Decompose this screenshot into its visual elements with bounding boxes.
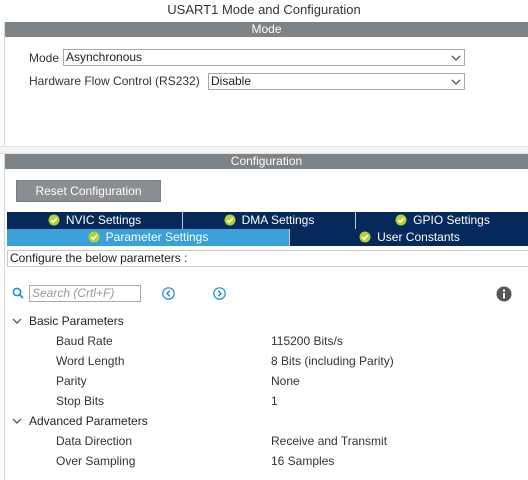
flow-control-select[interactable]: Disable bbox=[208, 73, 465, 90]
chevron-down-icon bbox=[12, 318, 22, 324]
reset-configuration-button[interactable]: Reset Configuration bbox=[16, 180, 161, 202]
check-circle-icon bbox=[88, 231, 100, 243]
param-value[interactable]: 16 Samples bbox=[271, 454, 334, 468]
next-match-icon[interactable] bbox=[213, 287, 226, 300]
mode-select[interactable]: Asynchronous bbox=[63, 49, 465, 66]
flow-control-row: Hardware Flow Control (RS232) bbox=[29, 72, 200, 90]
chevron-down-icon bbox=[12, 418, 22, 424]
param-label: Parity bbox=[56, 374, 87, 388]
param-label: Stop Bits bbox=[56, 394, 105, 408]
param-value[interactable]: None bbox=[271, 374, 300, 388]
param-value[interactable]: 8 Bits (including Parity) bbox=[271, 354, 394, 368]
tab-parameter-settings[interactable]: Parameter Settings bbox=[7, 229, 290, 246]
check-circle-icon bbox=[359, 231, 371, 243]
tab-label: NVIC Settings bbox=[65, 213, 142, 227]
mode-row: Mode bbox=[29, 49, 59, 67]
param-label: Baud Rate bbox=[56, 334, 113, 348]
chevron-down-icon bbox=[451, 79, 461, 85]
tab-label: DMA Settings bbox=[241, 213, 315, 227]
previous-match-icon[interactable] bbox=[162, 287, 175, 300]
tab-label: User Constants bbox=[377, 230, 460, 244]
tab-label: Parameter Settings bbox=[105, 230, 209, 244]
chevron-down-icon bbox=[451, 55, 461, 61]
tab-dma-settings[interactable]: DMA Settings bbox=[183, 212, 356, 229]
mode-section-header: Mode bbox=[5, 22, 528, 37]
check-circle-icon bbox=[48, 214, 60, 226]
basic-parameters-group[interactable]: Basic Parameters bbox=[12, 314, 124, 328]
flow-control-label: Hardware Flow Control (RS232) bbox=[29, 74, 200, 88]
param-label: Over Sampling bbox=[56, 454, 136, 468]
check-circle-icon bbox=[395, 214, 407, 226]
configuration-section-header: Configuration bbox=[5, 154, 528, 169]
group-label: Advanced Parameters bbox=[29, 414, 148, 428]
tab-label: GPIO Settings bbox=[413, 213, 490, 227]
tab-nvic-settings[interactable]: NVIC Settings bbox=[7, 212, 183, 229]
tab-gpio-settings[interactable]: GPIO Settings bbox=[356, 212, 528, 229]
mode-panel: Mode Mode Asynchronous Hardware Flow Con… bbox=[4, 22, 528, 146]
advanced-parameters-group[interactable]: Advanced Parameters bbox=[12, 414, 148, 428]
param-label: Data Direction bbox=[56, 434, 133, 448]
mode-label: Mode bbox=[29, 51, 60, 65]
param-value[interactable]: Receive and Transmit bbox=[271, 434, 387, 448]
param-value[interactable]: 115200 Bits/s bbox=[271, 334, 343, 348]
info-icon[interactable] bbox=[496, 286, 512, 302]
param-value[interactable]: 1 bbox=[271, 394, 278, 408]
param-label: Word Length bbox=[56, 354, 125, 368]
mode-select-value: Asynchronous bbox=[66, 50, 143, 64]
group-label: Basic Parameters bbox=[29, 314, 124, 328]
window-title: USART1 Mode and Configuration bbox=[167, 2, 361, 17]
configure-instructions: Configure the below parameters : bbox=[7, 250, 528, 267]
search-icon bbox=[12, 287, 24, 299]
flow-control-value: Disable bbox=[211, 74, 252, 88]
check-circle-icon bbox=[224, 214, 236, 226]
search-input[interactable]: Search (Crtl+F) bbox=[29, 285, 141, 302]
panel-divider[interactable] bbox=[0, 146, 528, 154]
tab-user-constants[interactable]: User Constants bbox=[290, 229, 528, 246]
tab-row-1: NVIC Settings DMA Settings GPIO Settings bbox=[7, 212, 528, 229]
tab-row-2: Parameter Settings User Constants bbox=[7, 229, 528, 246]
